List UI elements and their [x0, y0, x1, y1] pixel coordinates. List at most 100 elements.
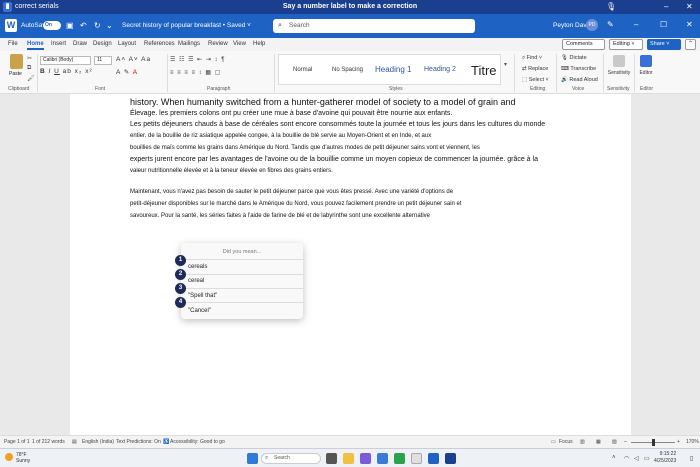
document-line[interactable]: petit-déjeuner disponibles sur le marché…	[130, 198, 600, 210]
tab-view[interactable]: View	[233, 41, 246, 47]
select-button[interactable]: ⬚ Select ˅	[522, 77, 549, 83]
maximize-icon[interactable]: ☐	[660, 19, 667, 31]
paste-icon[interactable]	[10, 54, 23, 69]
notifications-icon[interactable]: ▯	[690, 455, 693, 462]
text-predictions[interactable]: Text Predictions: On	[116, 439, 161, 445]
page-count[interactable]: Page 1 of 1	[4, 439, 30, 445]
weather-icon[interactable]	[5, 453, 13, 461]
editor-button[interactable]: Editor	[631, 55, 661, 76]
word-taskbar-icon[interactable]	[428, 453, 439, 464]
tab-mailings[interactable]: Mailings	[178, 41, 200, 47]
search-box[interactable]: ⌕ Search	[273, 19, 475, 33]
task-view-icon[interactable]	[326, 453, 337, 464]
format-painter-icon[interactable]: 🖌	[27, 75, 35, 82]
store-icon[interactable]	[394, 453, 405, 464]
tab-help[interactable]: Help	[253, 41, 265, 47]
word-count[interactable]: 1 of 212 words	[32, 439, 65, 445]
redo-icon[interactable]: ↻	[94, 21, 101, 30]
autosave-toggle[interactable]: On	[43, 21, 61, 30]
ribbon-collapse-icon[interactable]: ⌃	[685, 39, 696, 50]
language[interactable]: English (India)	[82, 439, 114, 445]
share-button[interactable]: Share ˅	[647, 39, 681, 50]
taskbar-search[interactable]: ⌕ Search	[261, 453, 321, 464]
read-aloud-button[interactable]: 🔊 Read Aloud	[561, 77, 598, 83]
zoom-in-icon[interactable]: +	[677, 439, 680, 445]
transcribe-button[interactable]: ⌨ Transcribe	[561, 66, 596, 72]
document-body[interactable]: history. When humanity switched from a h…	[130, 97, 600, 222]
minimize-icon[interactable]: –	[634, 19, 638, 31]
file-explorer-icon[interactable]	[343, 453, 354, 464]
minimize-icon[interactable]: –	[664, 2, 668, 12]
style-no-spacing[interactable]: No Spacing	[332, 67, 363, 73]
editing-mode-button[interactable]: Editing ˅	[609, 39, 643, 50]
suggestion-option-1[interactable]: cereals	[188, 264, 207, 270]
sensitivity-button[interactable]: Sensitivity	[604, 55, 634, 76]
document-line[interactable]: entier. de la bouillie de riz asiatique …	[130, 130, 600, 142]
clock[interactable]: 9:15:22 4/25/2023	[654, 451, 676, 465]
cut-icon[interactable]: ✂	[27, 55, 32, 62]
battery-icon[interactable]: ▭	[644, 455, 650, 462]
document-line[interactable]: savoureux. Pour la santé, les séries fai…	[130, 210, 600, 222]
dictate-button[interactable]: 🎙 Dictate	[561, 55, 587, 61]
pen-icon[interactable]: ✎	[607, 19, 614, 31]
close-icon[interactable]: ✕	[686, 2, 693, 12]
weather-widget[interactable]: 78°F Sunny	[16, 452, 30, 464]
tab-insert[interactable]: Insert	[51, 41, 66, 47]
read-mode-icon[interactable]: ▥	[580, 439, 585, 445]
start-icon[interactable]	[247, 453, 258, 464]
text-format-icons[interactable]: B I U ab x₂ x²	[40, 68, 93, 75]
comments-button[interactable]: Comments	[562, 39, 605, 50]
font-size-box[interactable]: 11	[94, 56, 112, 65]
style-title[interactable]: Titre	[471, 63, 497, 78]
edge-icon[interactable]	[377, 453, 388, 464]
document-page[interactable]: history. When humanity switched from a h…	[70, 94, 631, 435]
tab-home[interactable]: Home	[27, 41, 44, 50]
font-color-icons[interactable]: A ✎ A	[116, 68, 138, 76]
zoom-level[interactable]: 170%	[686, 439, 699, 445]
network-icon[interactable]: ◠	[624, 455, 629, 462]
zoom-slider-thumb[interactable]	[652, 439, 655, 446]
style-normal[interactable]: Normal	[293, 67, 312, 73]
avatar[interactable]: PD	[586, 19, 598, 31]
document-line[interactable]: experts jurent encore par les avantages …	[130, 154, 600, 165]
accessibility-status[interactable]: Accessibility: Good to go	[170, 439, 225, 445]
document-line[interactable]: history. When humanity switched from a h…	[130, 97, 600, 108]
document-line[interactable]: Les petits déjeuners chauds à base de cé…	[130, 119, 600, 130]
paste-label[interactable]: Paste	[9, 71, 22, 77]
microphone-icon[interactable]: 🎙	[606, 2, 616, 12]
close-icon[interactable]: ✕	[686, 19, 693, 31]
print-layout-icon[interactable]: ▦	[596, 439, 601, 445]
document-line[interactable]: valeur nutritionnelle élevée et à la ten…	[130, 165, 600, 177]
tab-file[interactable]: File	[8, 41, 18, 47]
replace-button[interactable]: ⇄ Replace	[522, 66, 548, 72]
tab-review[interactable]: Review	[208, 41, 228, 47]
document-title[interactable]: Secret history of popular breakfast • Sa…	[122, 22, 251, 29]
zoom-out-icon[interactable]: –	[624, 439, 627, 445]
copy-icon[interactable]: ⧉	[27, 65, 31, 72]
app-icon[interactable]	[411, 453, 422, 464]
alignment-icons[interactable]: ≡ ≡ ≡ ≡ ↕ ▦ ▢	[170, 69, 221, 76]
document-line[interactable]: Maintenant, vous n'avez pas besoin de sa…	[130, 186, 600, 198]
style-heading-2[interactable]: Heading 2	[424, 66, 456, 73]
focus-icon[interactable]: ▭	[551, 439, 556, 445]
customize-qat-icon[interactable]: ⌄	[106, 21, 113, 30]
volume-icon[interactable]: ◁	[634, 455, 639, 462]
teams-icon[interactable]	[360, 453, 371, 464]
undo-icon[interactable]: ↶	[80, 21, 87, 30]
find-button[interactable]: ⌕ Find ˅	[522, 55, 542, 62]
document-line[interactable]: Élevage. les premiers colons ont pu crée…	[130, 108, 600, 119]
cancel-option[interactable]: "Cancel"	[188, 308, 211, 314]
focus-mode[interactable]: Focus	[559, 439, 573, 445]
style-heading-1[interactable]: Heading 1	[375, 65, 411, 74]
document-line[interactable]: bouillies de maïs comme les grains dans …	[130, 142, 600, 154]
proofing-icon[interactable]: ▤	[72, 439, 77, 445]
spell-that-option[interactable]: "Spell that"	[188, 293, 217, 299]
font-name-box[interactable]: Calibri (Body)	[40, 56, 91, 65]
web-layout-icon[interactable]: ▧	[612, 439, 617, 445]
list-icons[interactable]: ☰ ☷ ☰ ⇤ ⇥ ↕ ¶	[170, 56, 225, 63]
styles-more-icon[interactable]: ▾	[504, 61, 507, 68]
suggestion-option-2[interactable]: cereal	[188, 278, 204, 284]
tray-overflow-icon[interactable]: ˄	[612, 455, 616, 461]
save-icon[interactable]: ▣	[66, 21, 74, 30]
tab-design[interactable]: Design	[93, 41, 112, 47]
